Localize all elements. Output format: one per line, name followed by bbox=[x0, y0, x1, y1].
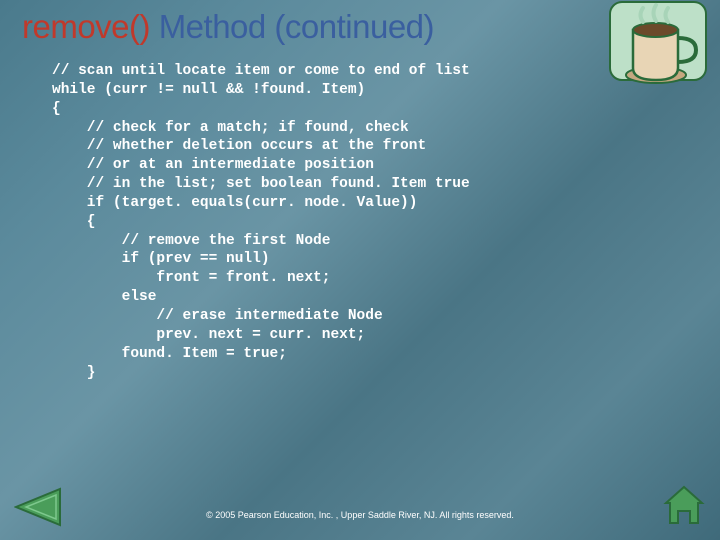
code-block: // scan until locate item or come to end… bbox=[52, 62, 470, 382]
home-button[interactable] bbox=[662, 485, 706, 532]
title-part2: Method (continued) bbox=[159, 8, 434, 45]
slide-title: remove() Method (continued) bbox=[22, 8, 434, 46]
prev-slide-button[interactable] bbox=[14, 487, 62, 532]
title-part1: remove() bbox=[22, 8, 159, 45]
coffee-cup-icon bbox=[608, 0, 708, 95]
copyright-text: © 2005 Pearson Education, Inc. , Upper S… bbox=[0, 510, 720, 520]
